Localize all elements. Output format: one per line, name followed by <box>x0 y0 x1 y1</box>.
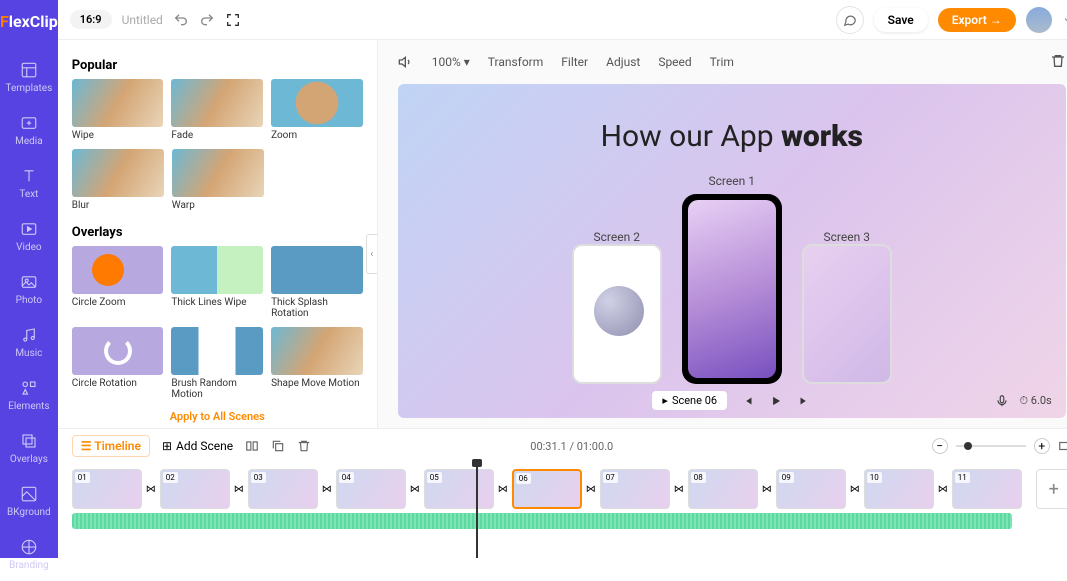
nav-elements[interactable]: Elements <box>0 369 58 422</box>
tb-filter[interactable]: Filter <box>561 55 588 69</box>
clip-08[interactable]: 08 <box>688 469 758 509</box>
clip-07[interactable]: 07 <box>600 469 670 509</box>
transition-handle[interactable]: ⋈ <box>674 484 684 495</box>
fullscreen-icon[interactable] <box>225 12 241 28</box>
preview-canvas[interactable]: How our App works Screen 1 Screen 2 Scre… <box>398 84 1066 418</box>
nav-bkground[interactable]: BKground <box>0 475 58 528</box>
nav-music[interactable]: Music <box>0 316 58 369</box>
clip-11[interactable]: 11 <box>952 469 1022 509</box>
transition-handle[interactable]: ⋈ <box>498 484 508 495</box>
preview-title: How our App works <box>601 119 863 154</box>
transition-handle[interactable]: ⋈ <box>410 484 420 495</box>
transition-handle[interactable]: ⋈ <box>938 484 948 495</box>
overlay-brush-random[interactable]: Brush Random Motion <box>171 327 263 400</box>
overlay-shape-move[interactable]: Shape Move Motion <box>271 327 363 400</box>
undo-icon[interactable] <box>173 12 189 28</box>
chevron-down-icon[interactable] <box>1062 14 1067 26</box>
screen3-label: Screen 3 <box>802 230 892 244</box>
transition-handle[interactable]: ⋈ <box>322 484 332 495</box>
tb-speed[interactable]: Speed <box>658 55 691 69</box>
redo-icon[interactable] <box>199 12 215 28</box>
split-icon[interactable] <box>245 439 259 453</box>
mic-icon[interactable] <box>995 394 1009 408</box>
transition-handle[interactable]: ⋈ <box>146 484 156 495</box>
playhead[interactable] <box>476 463 478 558</box>
delete-icon[interactable] <box>1050 53 1066 69</box>
nav-overlays[interactable]: Overlays <box>0 422 58 475</box>
tb-adjust[interactable]: Adjust <box>606 55 640 69</box>
transition-handle[interactable]: ⋈ <box>850 484 860 495</box>
transition-blur[interactable]: Blur <box>72 149 164 211</box>
prev-icon[interactable] <box>741 394 755 408</box>
clip-01[interactable]: 01 <box>72 469 142 509</box>
clip-04[interactable]: 04 <box>336 469 406 509</box>
zoom-out-icon[interactable]: − <box>932 438 948 454</box>
add-clip-button[interactable]: + <box>1036 469 1067 509</box>
transition-warp[interactable]: Warp <box>172 149 264 211</box>
nav-text[interactable]: Text <box>0 157 58 210</box>
add-scene-button[interactable]: ⊞ Add Scene <box>162 439 233 453</box>
screen1-label: Screen 1 <box>709 174 755 188</box>
save-button[interactable]: Save <box>874 8 928 32</box>
doc-title[interactable]: Untitled <box>122 13 163 27</box>
transition-fade[interactable]: Fade <box>171 79 263 141</box>
overlay-circle-rotation[interactable]: Circle Rotation <box>72 327 164 400</box>
copy-icon[interactable] <box>271 439 285 453</box>
clip-03[interactable]: 03 <box>248 469 318 509</box>
nav-media[interactable]: Media <box>0 104 58 157</box>
fit-icon[interactable] <box>1058 439 1067 453</box>
phone-main <box>682 194 782 384</box>
apply-all-link[interactable]: Apply to All Scenes <box>72 410 363 423</box>
overlay-thick-splash[interactable]: Thick Splash Rotation <box>271 246 363 319</box>
nav-branding[interactable]: Branding <box>0 528 58 581</box>
timeline-time: 00:31.1 / 01:00.0 <box>530 440 613 453</box>
clip-09[interactable]: 09 <box>776 469 846 509</box>
clip-05[interactable]: 05 <box>424 469 494 509</box>
clip-06[interactable]: 06 <box>512 469 582 509</box>
trash-icon[interactable] <box>297 439 311 453</box>
export-button[interactable]: Export → <box>938 8 1016 32</box>
timeline-tab[interactable]: ☰ Timeline <box>72 435 150 457</box>
clip-02[interactable]: 02 <box>160 469 230 509</box>
section-overlays: Overlays <box>72 225 363 240</box>
aspect-ratio[interactable]: 16:9 <box>70 10 112 29</box>
play-icon[interactable] <box>769 394 783 408</box>
zoom-select[interactable]: 100% ▾ <box>432 55 470 69</box>
screen2-label: Screen 2 <box>572 230 662 244</box>
clip-10[interactable]: 10 <box>864 469 934 509</box>
next-icon[interactable] <box>797 394 811 408</box>
transition-handle[interactable]: ⋈ <box>234 484 244 495</box>
transition-zoom[interactable]: Zoom <box>271 79 363 141</box>
avatar[interactable] <box>1026 7 1052 33</box>
logo: FlexClip <box>0 12 58 31</box>
nav-video[interactable]: Video <box>0 210 58 263</box>
transition-handle[interactable]: ⋈ <box>586 484 596 495</box>
zoom-in-icon[interactable]: + <box>1034 438 1050 454</box>
overlay-circle-zoom[interactable]: Circle Zoom <box>72 246 164 319</box>
scene-indicator[interactable]: ▸ Scene 06 <box>652 391 727 410</box>
section-popular: Popular <box>72 58 363 73</box>
transition-handle[interactable]: ⋈ <box>762 484 772 495</box>
tb-transform[interactable]: Transform <box>488 55 544 69</box>
duration-label[interactable]: ⏱ 6.0s <box>1019 394 1051 408</box>
collapse-panel[interactable]: ‹ <box>366 234 378 274</box>
nav-templates[interactable]: Templates <box>0 51 58 104</box>
volume-icon[interactable] <box>398 54 414 70</box>
chat-icon[interactable] <box>836 6 864 34</box>
transition-wipe[interactable]: Wipe <box>72 79 164 141</box>
tb-trim[interactable]: Trim <box>710 55 734 69</box>
audio-wave[interactable] <box>72 513 1012 529</box>
nav-photo[interactable]: Photo <box>0 263 58 316</box>
overlay-thick-lines[interactable]: Thick Lines Wipe <box>171 246 263 319</box>
